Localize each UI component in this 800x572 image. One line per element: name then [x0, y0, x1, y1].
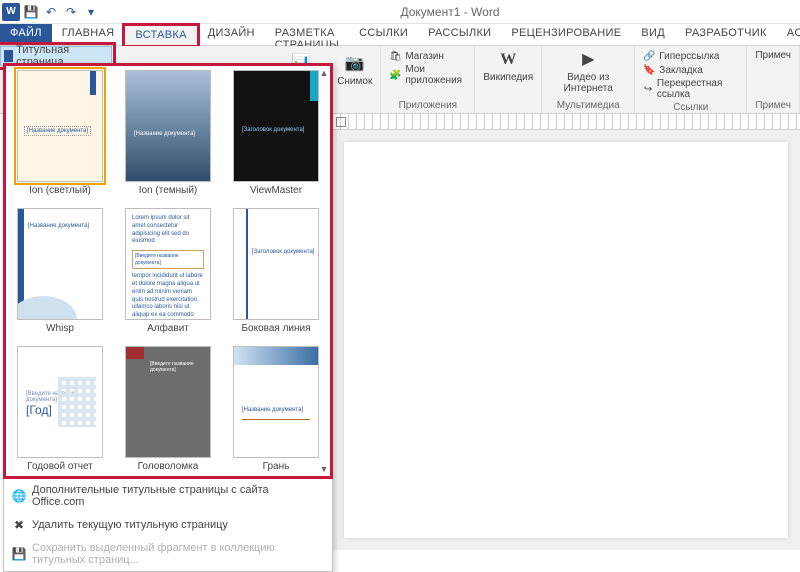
save-selection-icon: 💾: [12, 547, 26, 561]
apps-icon: 🧩: [389, 69, 401, 81]
document-title: Документ1 - Word: [100, 5, 800, 19]
bookmark-icon: 🔖: [643, 64, 655, 76]
store-icon: 🛍: [389, 50, 401, 62]
group-apps-label: Приложения: [389, 100, 466, 111]
remove-icon: ✖: [12, 518, 26, 532]
tab-references[interactable]: ССЫЛКИ: [349, 24, 418, 45]
tab-mailings[interactable]: РАССЫЛКИ: [418, 24, 501, 45]
tab-design[interactable]: ДИЗАЙН: [198, 24, 265, 45]
ribbon-group-comments: Примеч Примеч: [747, 46, 800, 113]
cover-page-gallery: [Название документа] Ion (светлый) [Назв…: [3, 63, 333, 572]
gallery-footer: 🌐Дополнительные титульные страницы с сай…: [4, 478, 332, 571]
tab-insert[interactable]: ВСТАВКА: [124, 25, 197, 46]
tab-acrobat[interactable]: ACROBAT: [777, 24, 800, 45]
save-selection-cover: 💾Сохранить выделенный фрагмент в коллекц…: [4, 537, 332, 571]
group-links-label: Ссылки: [643, 102, 738, 113]
cover-page-icon: [4, 50, 13, 62]
screenshot-icon: 📷: [345, 54, 365, 74]
ribbon-tabs: ФАЙЛ ГЛАВНАЯ ВСТАВКА ДИЗАЙН РАЗМЕТКА СТР…: [0, 24, 800, 46]
screenshot-button[interactable]: 📷Снимок: [337, 54, 372, 87]
group-comments-label: Примеч: [755, 100, 791, 111]
tab-view[interactable]: ВИД: [631, 24, 675, 45]
online-video-button[interactable]: ▶Видео из Интернета: [550, 50, 626, 94]
quick-access-toolbar: W 💾 ↶ ↷ ▾: [0, 3, 100, 21]
ribbon-group-links: 🔗Гиперссылка 🔖Закладка ↪Перекрестная ссы…: [635, 46, 747, 113]
title-bar: W 💾 ↶ ↷ ▾ Документ1 - Word: [0, 0, 800, 24]
redo-icon[interactable]: ↷: [62, 3, 80, 21]
office-icon: 🌐: [12, 489, 26, 503]
crossref-icon: ↪: [643, 83, 653, 95]
tab-page-layout[interactable]: РАЗМЕТКА СТРАНИЦЫ: [265, 24, 349, 45]
gallery-item-annual[interactable]: [Введите название документа][Год] Годово…: [10, 346, 110, 478]
gallery-item-viewmaster[interactable]: [Заголовок документа] ViewMaster: [226, 70, 326, 202]
document-area: [332, 130, 800, 550]
gallery-item-ion-light[interactable]: [Название документа] Ion (светлый): [10, 70, 110, 202]
hyperlink-button[interactable]: 🔗Гиперссылка: [643, 50, 738, 62]
horizontal-ruler[interactable]: [332, 114, 800, 130]
wikipedia-icon: W: [498, 50, 518, 70]
remove-cover-page[interactable]: ✖Удалить текущую титульную страницу: [4, 513, 332, 537]
gallery-item-sideline[interactable]: [Заголовок документа] Боковая линия: [226, 208, 326, 340]
gallery-item-facet[interactable]: [Название документа] Грань: [226, 346, 326, 478]
video-icon: ▶: [578, 50, 598, 70]
ribbon-group-wikipedia: WВикипедия: [475, 46, 542, 113]
tab-file[interactable]: ФАЙЛ: [0, 24, 52, 45]
group-media-label: Мультимедиа: [550, 100, 626, 111]
link-icon: 🔗: [643, 50, 655, 62]
scroll-up-icon[interactable]: ▲: [320, 68, 329, 78]
word-app-icon: W: [2, 3, 20, 21]
tab-developer[interactable]: РАЗРАБОТЧИК: [675, 24, 777, 45]
gallery-item-whisp[interactable]: [Название документа] Whisp: [10, 208, 110, 340]
gallery-item-alphabet[interactable]: Lorem ipsum dolor sit amet consectetur a…: [118, 208, 218, 340]
gallery-scrollbar[interactable]: ▲ ▼: [316, 64, 332, 478]
ribbon-group-media: ▶Видео из Интернета Мультимедиа: [542, 46, 635, 113]
scroll-down-icon[interactable]: ▼: [320, 464, 329, 474]
store-button[interactable]: 🛍Магазин: [389, 50, 466, 62]
qat-customize-icon[interactable]: ▾: [82, 3, 100, 21]
document-page[interactable]: [344, 142, 788, 538]
gallery-grid: [Название документа] Ion (светлый) [Назв…: [10, 70, 326, 478]
comment-button[interactable]: Примеч: [755, 50, 791, 61]
my-apps-button[interactable]: 🧩Мои приложения: [389, 64, 466, 86]
gallery-item-ion-dark[interactable]: [Название документа] Ion (темный): [118, 70, 218, 202]
tab-review[interactable]: РЕЦЕНЗИРОВАНИЕ: [501, 24, 631, 45]
crossref-button[interactable]: ↪Перекрестная ссылка: [643, 78, 738, 100]
ribbon-group-apps: 🛍Магазин 🧩Мои приложения Приложения: [381, 46, 475, 113]
gallery-item-puzzle[interactable]: [Введите название документа] Головоломка: [118, 346, 218, 478]
wikipedia-button[interactable]: WВикипедия: [483, 50, 533, 83]
save-icon[interactable]: 💾: [22, 3, 40, 21]
bookmark-button[interactable]: 🔖Закладка: [643, 64, 738, 76]
undo-icon[interactable]: ↶: [42, 3, 60, 21]
tab-home[interactable]: ГЛАВНАЯ: [52, 24, 125, 45]
more-cover-pages[interactable]: 🌐Дополнительные титульные страницы с сай…: [4, 479, 332, 513]
